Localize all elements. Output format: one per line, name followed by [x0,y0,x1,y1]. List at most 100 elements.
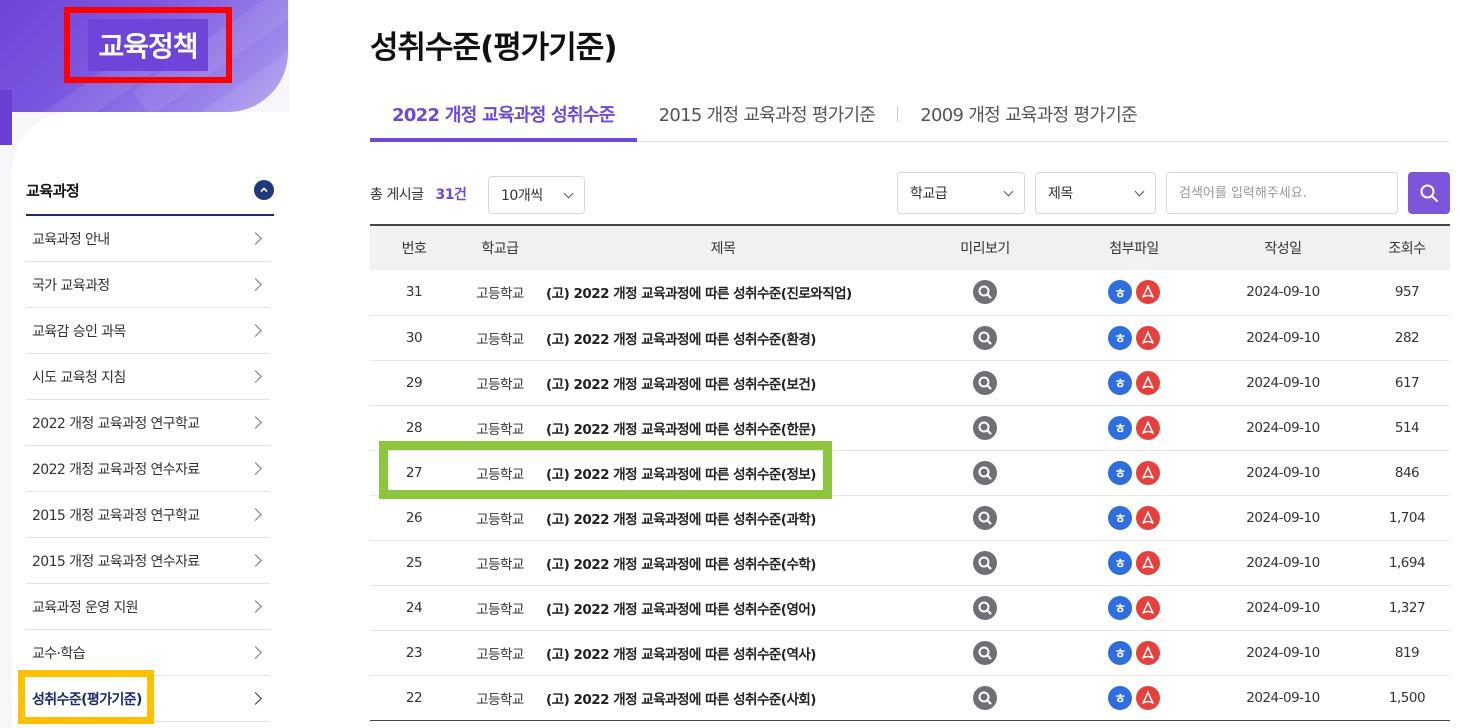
search-field-select[interactable]: 제목 [1035,172,1156,214]
tab-2022-achievement[interactable]: 2022 개정 교육과정 성취수준 [370,86,637,142]
row-number: 27 [405,464,423,481]
hwp-file-icon[interactable]: ㅎ [1108,325,1132,350]
row-views: 514 [1394,419,1420,436]
row-date: 2024-09-10 [1246,599,1320,616]
table-row[interactable]: 25 고등학교 (고) 2022 개정 교육과정에 따른 성취수준(수학) ㅎ … [370,540,1450,585]
hwp-file-icon[interactable]: ㅎ [1108,640,1132,665]
sidebar-item-2022-training[interactable]: 2022 개정 교육과정 연수자료 [26,446,270,492]
pdf-file-icon[interactable] [1136,595,1160,620]
preview-icon[interactable] [973,505,997,530]
row-school-level: 고등학교 [476,331,524,348]
table-row[interactable]: 28 고등학교 (고) 2022 개정 교육과정에 따른 성취수준(한문) ㅎ … [370,405,1450,450]
hwp-file-icon[interactable]: ㅎ [1108,550,1132,575]
table-row[interactable]: 24 고등학교 (고) 2022 개정 교육과정에 따른 성취수준(영어) ㅎ … [370,585,1450,630]
pdf-file-icon[interactable] [1136,550,1160,575]
search-button[interactable] [1408,172,1450,214]
row-preview [904,360,1066,405]
sidebar-item-2015-training[interactable]: 2015 개정 교육과정 연수자료 [26,538,270,584]
preview-icon[interactable] [973,685,997,710]
row-school-level: 고등학교 [476,556,524,573]
row-attachments: ㅎ [1066,630,1202,675]
hwp-file-icon[interactable]: ㅎ [1108,370,1132,395]
row-title-link[interactable]: (고) 2022 개정 교육과정에 따른 성취수준(한문) [542,405,904,450]
preview-icon[interactable] [973,280,997,305]
search-input[interactable] [1166,172,1398,214]
table-row[interactable]: 31 고등학교 (고) 2022 개정 교육과정에 따른 성취수준(진로와직업)… [370,270,1450,315]
hwp-file-icon[interactable]: ㅎ [1108,280,1132,305]
row-attachments: ㅎ [1066,675,1202,720]
hwp-file-icon[interactable]: ㅎ [1108,685,1132,710]
table-row[interactable]: 30 고등학교 (고) 2022 개정 교육과정에 따른 성취수준(환경) ㅎ … [370,315,1450,360]
sidebar-item-national-curriculum[interactable]: 국가 교육과정 [26,262,270,308]
school-level-select[interactable]: 학교급 [897,172,1025,214]
row-title-link[interactable]: (고) 2022 개정 교육과정에 따른 성취수준(과학) [542,495,904,540]
table-row[interactable]: 23 고등학교 (고) 2022 개정 교육과정에 따른 성취수준(역사) ㅎ … [370,630,1450,675]
attachment-group: ㅎ [1108,505,1160,530]
row-views: 1,694 [1388,554,1426,571]
sidebar-section-header[interactable]: 교육과정 [26,166,274,216]
preview-icon[interactable] [973,460,997,485]
row-title-link[interactable]: (고) 2022 개정 교육과정에 따른 성취수준(환경) [542,315,904,360]
sidebar-item-curriculum-guide[interactable]: 교육과정 안내 [26,216,270,262]
sidebar-item-label: 시도 교육청 지침 [32,369,126,386]
row-title-link[interactable]: (고) 2022 개정 교육과정에 따른 성취수준(보건) [542,360,904,405]
table-row[interactable]: 29 고등학교 (고) 2022 개정 교육과정에 따른 성취수준(보건) ㅎ … [370,360,1450,405]
row-title-link[interactable]: (고) 2022 개정 교육과정에 따른 성취수준(수학) [542,540,904,585]
sidebar-item-achievement-standards[interactable]: 성취수준(평가기준) [18,670,270,724]
hwp-file-icon[interactable]: ㅎ [1108,505,1132,530]
row-number: 22 [405,689,423,706]
preview-icon[interactable] [973,595,997,620]
pdf-file-icon[interactable] [1136,685,1160,710]
sidebar-item-2022-research-school[interactable]: 2022 개정 교육과정 연구학교 [26,400,270,446]
hwp-file-icon[interactable]: ㅎ [1108,595,1132,620]
sidebar-item-label: 2022 개정 교육과정 연수자료 [32,461,200,478]
row-preview [904,270,1066,315]
banner-edge [0,90,12,145]
page-size-select[interactable]: 10개씩 [488,176,585,214]
preview-icon[interactable] [973,370,997,395]
achievement-table: 번호 학교급 제목 미리보기 첨부파일 작성일 조회수 31 고등학교 (고) … [370,224,1450,721]
sidebar-item-label: 교육과정 운영 지원 [32,599,139,616]
col-preview: 미리보기 [960,241,1010,257]
pdf-file-icon[interactable] [1136,370,1160,395]
row-views: 846 [1394,464,1420,481]
chevron-right-icon [249,508,262,521]
hwp-file-icon[interactable]: ㅎ [1108,460,1132,485]
hwp-file-icon[interactable]: ㅎ [1108,415,1132,440]
chevron-right-icon [249,278,262,291]
pdf-file-icon[interactable] [1136,505,1160,530]
table-row[interactable]: 22 고등학교 (고) 2022 개정 교육과정에 따른 성취수준(사회) ㅎ … [370,675,1450,720]
pdf-file-icon[interactable] [1136,460,1160,485]
tab-2015-evaluation[interactable]: 2015 개정 교육과정 평가기준 [637,86,898,142]
pdf-file-icon[interactable] [1136,415,1160,440]
row-preview [904,315,1066,360]
tab-2009-evaluation[interactable]: 2009 개정 교육과정 평가기준 [898,86,1159,142]
row-title-link[interactable]: (고) 2022 개정 교육과정에 따른 성취수준(정보) [542,450,904,495]
row-title-link[interactable]: (고) 2022 개정 교육과정에 따른 성취수준(역사) [542,630,904,675]
sidebar-section-label: 교육과정 [26,181,80,200]
sidebar-item-approved-subjects[interactable]: 교육감 승인 과목 [26,308,270,354]
row-title-link[interactable]: (고) 2022 개정 교육과정에 따른 성취수준(진로와직업) [542,270,904,315]
row-date: 2024-09-10 [1246,464,1320,481]
preview-icon[interactable] [973,415,997,440]
chevron-up-icon[interactable] [254,180,274,200]
sidebar-menu: 교육과정 안내 국가 교육과정 교육감 승인 과목 시도 교육청 지침 2022… [18,216,270,724]
row-title-link[interactable]: (고) 2022 개정 교육과정에 따른 성취수준(사회) [542,675,904,720]
sidebar-item-office-guidelines[interactable]: 시도 교육청 지침 [26,354,270,400]
preview-icon[interactable] [973,325,997,350]
pdf-file-icon[interactable] [1136,280,1160,305]
table-row[interactable]: 26 고등학교 (고) 2022 개정 교육과정에 따른 성취수준(과학) ㅎ … [370,495,1450,540]
table-row[interactable]: 27 고등학교 (고) 2022 개정 교육과정에 따른 성취수준(정보) ㅎ … [370,450,1450,495]
pdf-file-icon[interactable] [1136,325,1160,350]
row-title-link[interactable]: (고) 2022 개정 교육과정에 따른 성취수준(영어) [542,585,904,630]
sidebar-item-operation-support[interactable]: 교육과정 운영 지원 [26,584,270,630]
row-preview [904,495,1066,540]
pdf-file-icon[interactable] [1136,640,1160,665]
row-date: 2024-09-10 [1246,329,1320,346]
attachment-group: ㅎ [1108,415,1160,440]
preview-icon[interactable] [973,640,997,665]
sidebar-item-2015-research-school[interactable]: 2015 개정 교육과정 연구학교 [26,492,270,538]
row-preview [904,630,1066,675]
row-attachments: ㅎ [1066,405,1202,450]
preview-icon[interactable] [973,550,997,575]
